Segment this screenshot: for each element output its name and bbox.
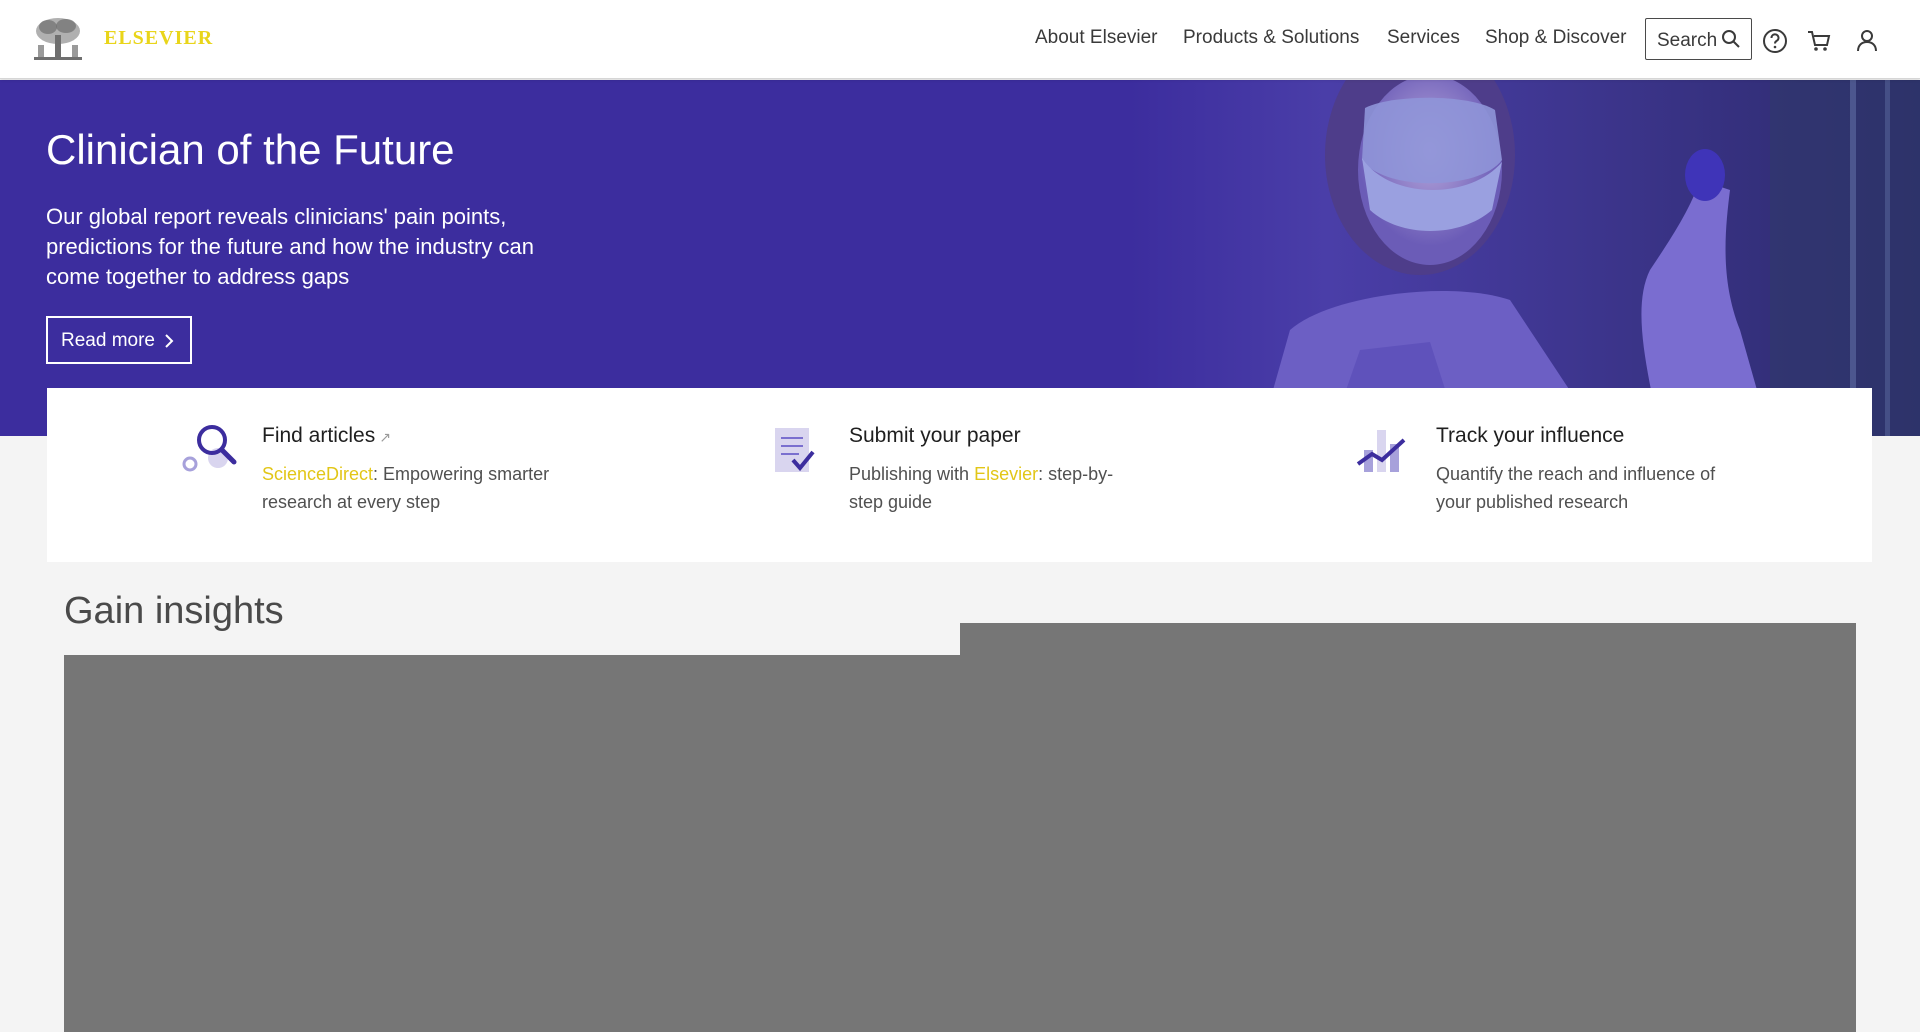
sciencedirect-link[interactable]: ScienceDirect <box>262 464 373 484</box>
read-more-button[interactable]: Read more <box>46 316 192 364</box>
site-header: ELSEVIER About Elsevier Products & Solut… <box>0 0 1920 79</box>
user-icon[interactable] <box>1854 28 1880 54</box>
hero-title: Clinician of the Future <box>46 126 455 173</box>
insight-image-left[interactable] <box>64 655 960 1032</box>
find-articles-icon <box>182 425 237 472</box>
nav-services[interactable]: Services <box>1387 27 1460 49</box>
hero-description: Our global report reveals clinicians' pa… <box>46 204 534 289</box>
find-articles-description: ScienceDirect: Empowering smarter resear… <box>262 460 562 516</box>
nav-about[interactable]: About Elsevier <box>1035 27 1158 49</box>
submit-paper-icon <box>775 428 815 472</box>
search-icon <box>1722 30 1740 48</box>
elsevier-link[interactable]: Elsevier <box>974 464 1038 484</box>
help-icon[interactable] <box>1762 28 1788 54</box>
submit-paper-description: Publishing with Elsevier: step-by-step g… <box>849 460 1139 516</box>
nav-products[interactable]: Products & Solutions <box>1183 27 1359 49</box>
cart-icon[interactable] <box>1806 28 1832 54</box>
track-influence-description: Quantify the reach and influence of your… <box>1436 464 1716 512</box>
track-influence-title[interactable]: Track your influence <box>1436 424 1624 448</box>
submit-paper-title[interactable]: Submit your paper <box>849 424 1021 448</box>
nav-shop[interactable]: Shop & Discover <box>1485 27 1627 49</box>
submit-paper-prefix: Publishing with <box>849 464 975 484</box>
external-link-icon: ↗ <box>379 429 391 445</box>
search-label: Search <box>1657 30 1718 51</box>
search-button[interactable]: Search <box>1645 18 1752 60</box>
insight-image-right[interactable] <box>960 623 1856 1032</box>
track-influence-icon <box>1356 430 1406 472</box>
gain-insights-heading: Gain insights <box>64 590 284 632</box>
find-articles-title: Find articles <box>262 424 376 447</box>
elsevier-tree-logo[interactable] <box>30 15 86 63</box>
quick-links-card: Find articles ↗ ScienceDirect: Empowering… <box>47 388 1872 562</box>
find-articles-link[interactable]: Find articles ↗ <box>262 424 391 448</box>
elsevier-wordmark[interactable]: ELSEVIER <box>104 27 213 50</box>
hero-clinician-photo <box>1130 80 1920 436</box>
chevron-right-icon <box>165 334 174 348</box>
read-more-label: Read more <box>61 330 155 351</box>
hero-banner: Clinician of the Future Our global repor… <box>0 80 1920 436</box>
